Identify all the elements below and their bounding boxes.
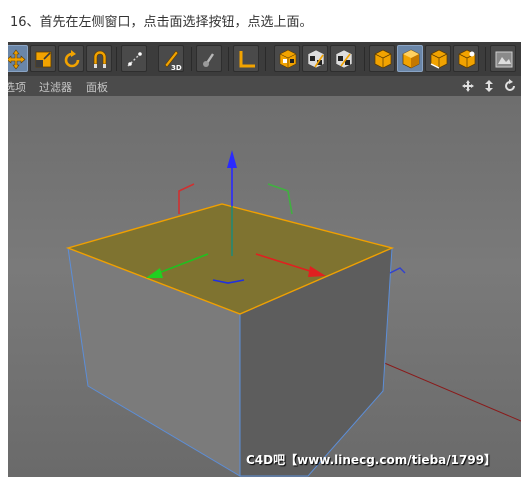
checker-axis-button[interactable] — [330, 45, 356, 72]
cinema4d-window: 3D 选项 过滤器 面板 C4D吧【www.linecg.com/tieba/1… — [8, 42, 521, 477]
rotate-z-handle[interactable] — [389, 267, 406, 274]
points-mode-button[interactable] — [369, 45, 395, 72]
rotate-view-icon[interactable] — [503, 78, 517, 97]
checker-model-button[interactable] — [274, 45, 300, 72]
brush-3d-icon: 3D — [164, 50, 182, 72]
rotate-y-handle[interactable] — [267, 183, 293, 215]
workplane-icon — [239, 51, 255, 68]
render-view-button[interactable] — [490, 45, 516, 72]
edges-mode-icon — [430, 49, 448, 69]
move-tool-button[interactable] — [8, 45, 28, 72]
toolbar-separator — [191, 47, 192, 71]
rotate-tool-button[interactable] — [58, 45, 84, 72]
watermark: C4D吧【www.linecg.com/tieba/1799】 — [246, 453, 497, 467]
svg-text:3D: 3D — [171, 64, 182, 72]
instruction-caption: 16、首先在左侧窗口，点击面选择按钮，点选上面。 — [10, 15, 313, 30]
toolbar-separator — [364, 47, 365, 71]
rotate-tool-icon — [64, 50, 80, 68]
toolbar-separator — [116, 47, 117, 71]
checker-axis-icon — [335, 49, 353, 69]
zoom-view-icon[interactable] — [483, 78, 495, 97]
points-mode-icon — [374, 49, 392, 69]
toolbar: 3D — [8, 42, 521, 76]
viewport-menubar: 选项 过滤器 面板 — [8, 76, 521, 96]
brush-3d-button[interactable]: 3D — [158, 45, 184, 72]
edges-mode-button[interactable] — [425, 45, 451, 72]
render-view-icon — [495, 51, 513, 68]
menu-options[interactable]: 选项 — [8, 79, 26, 95]
polygons-mode-icon — [402, 49, 420, 69]
rotate-x-handle[interactable] — [178, 183, 195, 214]
menu-filter[interactable]: 过滤器 — [39, 79, 72, 95]
magnet-tool-button[interactable] — [86, 45, 112, 72]
live-selection-icon — [127, 52, 142, 67]
y-axis-arrow[interactable] — [227, 150, 237, 168]
checker-model-icon — [279, 49, 297, 69]
live-selection-button[interactable] — [121, 45, 147, 72]
toolbar-separator — [265, 47, 266, 71]
uvw-mode-icon — [458, 49, 476, 69]
uvw-mode-button[interactable] — [453, 45, 479, 72]
polygons-mode-button[interactable] — [397, 45, 423, 72]
move-tool-icon — [8, 49, 26, 70]
3d-viewport[interactable]: C4D吧【www.linecg.com/tieba/1799】 — [8, 96, 521, 477]
sculpt-brush-button[interactable] — [196, 45, 222, 72]
sculpt-brush-icon — [203, 53, 214, 67]
viewport-scene — [65, 150, 521, 477]
menu-panel[interactable]: 面板 — [86, 79, 108, 95]
viewport-nav-icons — [458, 78, 517, 94]
toolbar-separator — [228, 47, 229, 71]
checker-texture-button[interactable] — [302, 45, 328, 72]
scale-tool-icon — [35, 51, 52, 68]
workplane-button[interactable] — [233, 45, 259, 72]
magnet-tool-icon — [93, 50, 107, 68]
toolbar-separator — [485, 47, 486, 71]
scale-tool-button[interactable] — [30, 45, 56, 72]
checker-texture-icon — [307, 49, 325, 69]
pan-view-icon[interactable] — [461, 78, 475, 97]
